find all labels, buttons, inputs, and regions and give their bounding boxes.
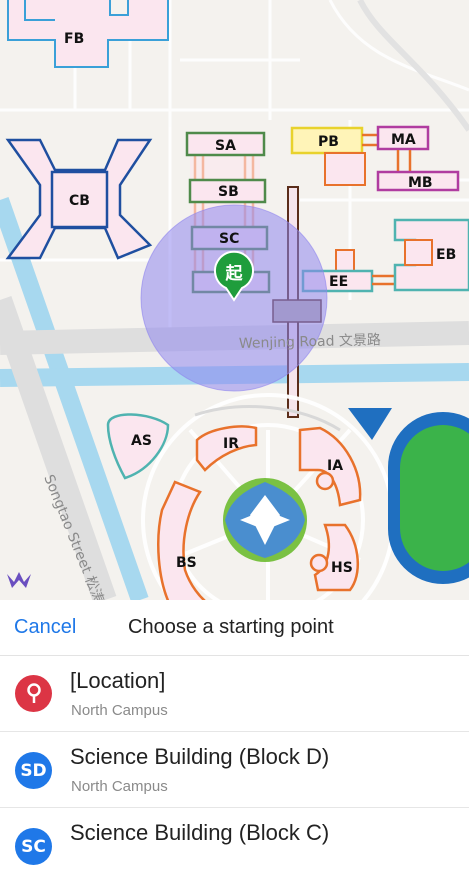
label-mb: MB — [408, 175, 433, 191]
label-hs: HS — [331, 560, 353, 576]
central-plaza — [223, 478, 307, 562]
list-item-sub: North Campus — [71, 702, 168, 719]
building-badge-sd: SD — [15, 752, 52, 789]
label-ma: MA — [391, 132, 416, 148]
label-sb: SB — [218, 184, 239, 200]
label-ia: IA — [327, 458, 343, 474]
label-fb: FB — [64, 31, 84, 47]
label-ir: IR — [223, 436, 239, 452]
label-sc: SC — [219, 231, 239, 247]
label-bs: BS — [176, 555, 197, 571]
list-item-name: Science Building (Block D) — [70, 744, 330, 769]
list-item-science-building-c[interactable]: SC Science Building (Block C) — [0, 808, 469, 883]
label-eb: EB — [436, 247, 456, 263]
start-point-panel: Cancel Choose a starting point [Location… — [0, 600, 469, 865]
list-item-name: [Location] — [70, 668, 166, 693]
track-field — [388, 412, 469, 584]
list-item-sub: North Campus — [71, 778, 168, 795]
label-pb: PB — [318, 134, 339, 150]
label-cb: CB — [69, 193, 90, 209]
campus-map[interactable]: FB CB SA SB SC PB MA MB EB EE AS IR IA B… — [0, 0, 469, 600]
panel-title: Choose a starting point — [128, 616, 334, 638]
start-marker-glyph: 起 — [225, 263, 244, 284]
panel-header: Cancel Choose a starting point — [0, 600, 469, 656]
label-sa: SA — [215, 138, 236, 154]
list-item-name: Science Building (Block C) — [70, 820, 330, 845]
label-as: AS — [131, 433, 152, 449]
location-pin-icon — [15, 675, 52, 712]
cancel-button[interactable]: Cancel — [14, 616, 76, 639]
list-item-science-building-d[interactable]: SD Science Building (Block D) North Camp… — [0, 732, 469, 808]
list-item-location[interactable]: [Location] North Campus — [0, 656, 469, 732]
label-ee: EE — [329, 274, 348, 290]
